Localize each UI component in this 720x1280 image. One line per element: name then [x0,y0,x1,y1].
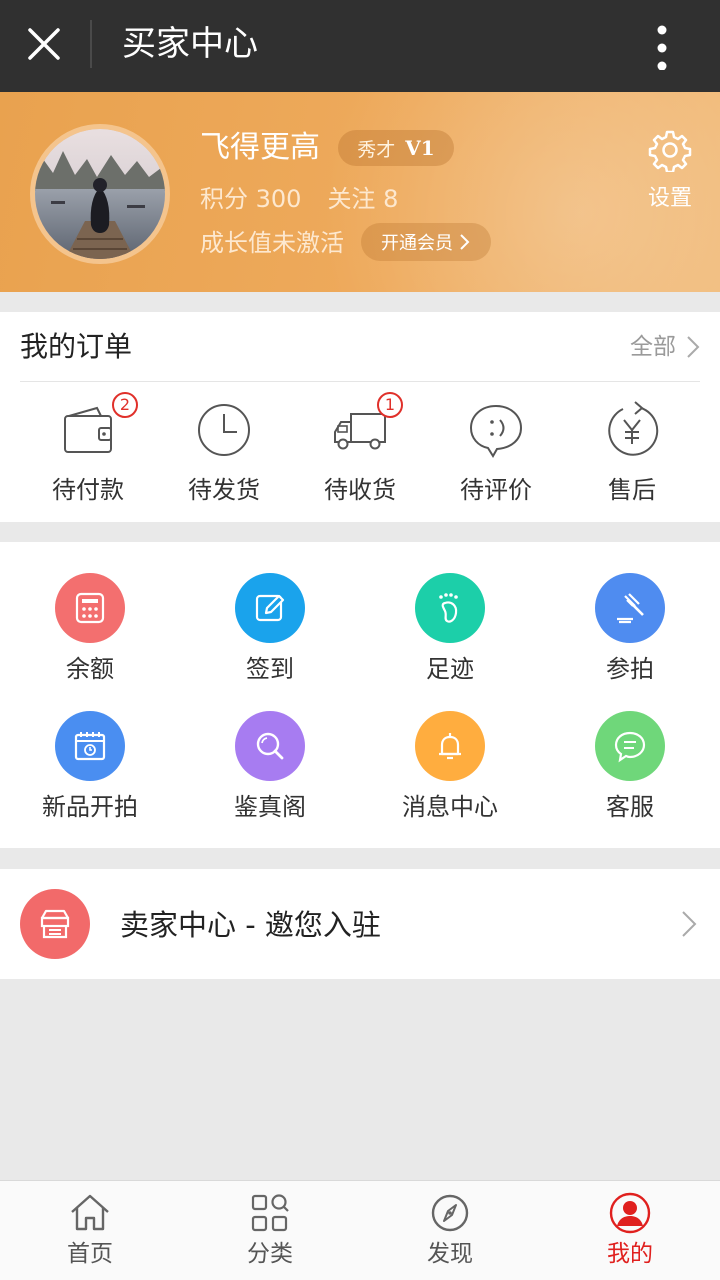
bottom-tab-bar: 首页 分类 发现 我的 [0,1180,720,1280]
footprint-icon [439,593,458,623]
all-orders-link[interactable]: 全部 [630,330,700,364]
tab-mine[interactable]: 我的 [540,1181,720,1280]
calendar-icon [74,732,106,761]
orders-header: 我的订单 全部 [20,312,700,382]
service-authentication[interactable]: 鉴真阁 [180,711,360,823]
order-pending-payment[interactable]: 2 待付款 [20,392,156,516]
tab-label: 我的 [607,1241,653,1267]
category-icon [251,1194,289,1232]
tab-label: 分类 [247,1241,293,1267]
order-label: 待发货 [188,476,260,504]
service-new-auction[interactable]: 新品开拍 [0,711,180,823]
tab-label: 发现 [427,1241,473,1267]
service-checkin[interactable]: 签到 [180,573,360,685]
avatar[interactable] [30,124,170,264]
chevron-right-icon [460,234,470,250]
service-customer-support[interactable]: 客服 [540,711,720,823]
order-pending-shipment[interactable]: 待发货 [156,396,292,516]
tab-home[interactable]: 首页 [0,1181,180,1280]
order-label: 待评价 [460,476,532,504]
top-bar-divider [90,20,92,68]
service-auction[interactable]: 参拍 [540,573,720,685]
service-label: 足迹 [426,655,474,683]
member-level: V1 [405,136,435,160]
open-vip-label: 开通会员 [381,233,453,254]
order-badge: 1 [377,392,403,418]
open-vip-button[interactable]: 开通会员 [361,223,491,261]
rank-title: 秀才 [357,138,396,161]
user-icon [609,1192,651,1234]
more-options-icon[interactable] [640,22,684,70]
settings-label: 设置 [647,186,692,211]
order-badge: 2 [112,392,138,418]
service-messages[interactable]: 消息中心 [360,711,540,823]
home-icon [71,1194,109,1231]
edit-icon [255,594,285,622]
service-label: 新品开拍 [42,793,138,821]
top-bar: 买家中心 [0,0,720,92]
order-pending-review[interactable]: 待评价 [428,396,564,516]
service-icon-bg [415,711,485,781]
order-label: 售后 [608,476,656,504]
service-label: 余额 [66,655,114,683]
chevron-right-icon [687,336,700,358]
bell-icon [439,733,461,760]
username: 飞得更高 [200,130,320,165]
magnifier-icon [256,732,284,760]
service-icon-bg [235,573,305,643]
orders-section: 我的订单 全部 2 待付款 待发货 1 待收货 待评价 售后 [0,312,720,522]
order-after-sales[interactable]: 售后 [564,396,700,516]
points-count[interactable]: 积分 300 [200,185,301,213]
order-label: 待付款 [52,476,124,504]
service-balance[interactable]: 余额 [0,573,180,685]
service-icon-bg [235,711,305,781]
tab-category[interactable]: 分类 [180,1181,360,1280]
compass-icon [431,1194,469,1232]
order-label: 待收货 [324,476,396,504]
chat-icon [614,731,646,763]
seller-icon-bg [20,889,90,959]
service-label: 鉴真阁 [234,793,306,821]
settings-button[interactable]: 设置 [640,128,700,212]
store-icon [40,909,70,939]
service-label: 签到 [246,655,294,683]
chevron-right-icon [682,911,697,937]
refund-icon [608,401,659,456]
growth-status: 成长值未激活 [200,229,344,257]
tab-label: 首页 [67,1241,113,1267]
clock-icon [198,404,250,456]
service-icon-bg [415,573,485,643]
order-pending-receipt[interactable]: 1 待收货 [292,392,428,516]
gavel-icon [617,593,644,624]
service-icon-bg [595,573,665,643]
services-grid: 余额 签到 足迹 参拍 新品开拍 鉴真阁 消息中心 客服 [0,542,720,848]
all-orders-label: 全部 [630,334,676,360]
service-icon-bg [595,711,665,781]
calculator-icon [75,592,105,624]
follow-count[interactable]: 关注 8 [327,185,398,213]
rank-badge: 秀才 V1 [338,130,454,166]
seller-center-text: 卖家中心 - 邀您入驻 [120,908,381,942]
close-icon[interactable] [22,22,66,66]
service-icon-bg [55,573,125,643]
orders-title: 我的订单 [20,330,133,363]
service-label: 消息中心 [402,793,498,821]
user-stats: 积分 300 关注 8 [200,182,398,216]
service-icon-bg [55,711,125,781]
service-label: 参拍 [606,655,654,683]
service-label: 客服 [606,793,654,821]
service-footprint[interactable]: 足迹 [360,573,540,685]
page-title: 买家中心 [122,24,258,64]
gear-icon [648,130,692,174]
seller-center-row[interactable]: 卖家中心 - 邀您入驻 [0,869,720,979]
comment-icon [469,404,523,458]
profile-header: 飞得更高 秀才 V1 积分 300 关注 8 成长值未激活 开通会员 设置 [0,92,720,292]
tab-discover[interactable]: 发现 [360,1181,540,1280]
